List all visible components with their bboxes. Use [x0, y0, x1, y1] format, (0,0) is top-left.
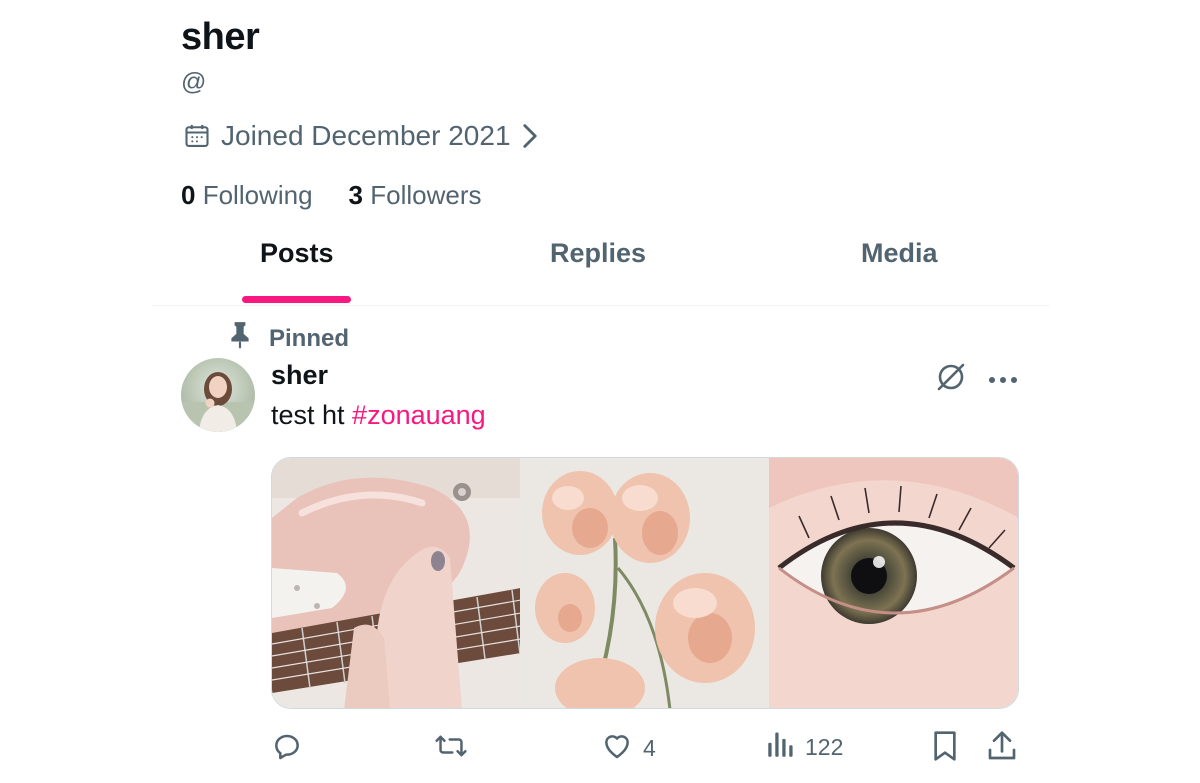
follow-stats: 0 Following 3 Followers	[181, 180, 481, 211]
post-hashtag-link[interactable]: #zonauang	[352, 400, 486, 430]
post-action-bar: 4 122	[271, 730, 1019, 770]
profile-display-name: sher	[181, 16, 260, 58]
following-link[interactable]: 0 Following	[181, 180, 313, 211]
author-avatar[interactable]	[181, 358, 255, 432]
view-count: 122	[805, 733, 844, 760]
pinned-label: Pinned	[269, 324, 350, 352]
tab-replies[interactable]: Replies	[550, 238, 646, 269]
share-button[interactable]	[987, 730, 1017, 768]
bookmark-icon	[931, 730, 959, 768]
post-text: test ht #zonauang	[271, 400, 486, 431]
more-options-icon[interactable]	[988, 372, 1018, 390]
media-image-guitar[interactable]	[272, 458, 521, 708]
bookmark-button[interactable]	[931, 730, 959, 768]
share-icon	[987, 730, 1017, 768]
calendar-icon	[183, 122, 211, 150]
post-author-name[interactable]: sher	[271, 360, 328, 391]
followers-count: 3	[348, 180, 363, 210]
repost-button[interactable]	[434, 730, 478, 768]
post-body-text: test ht	[271, 400, 353, 430]
like-button[interactable]: 4	[601, 730, 656, 766]
media-image-flowers[interactable]	[520, 458, 769, 708]
repost-icon	[434, 730, 468, 768]
tab-posts[interactable]: Posts	[260, 238, 334, 269]
following-count: 0	[181, 180, 196, 210]
profile-tabs: Posts Replies Media	[152, 230, 1049, 306]
views-button[interactable]: 122	[767, 730, 843, 764]
reply-icon	[271, 730, 303, 768]
active-tab-indicator	[242, 296, 351, 303]
chevron-right-icon	[521, 123, 539, 149]
tab-media[interactable]: Media	[861, 238, 938, 269]
post-media-grid	[271, 457, 1019, 709]
analytics-icon	[767, 730, 795, 764]
joined-date-link[interactable]: Joined December 2021	[183, 120, 539, 152]
media-image-eye[interactable]	[768, 458, 1018, 708]
followers-link[interactable]: 3 Followers	[349, 180, 482, 211]
heart-icon	[601, 730, 633, 766]
following-label: Following	[202, 180, 313, 210]
grok-icon[interactable]	[934, 360, 968, 399]
followers-label: Followers	[370, 180, 482, 210]
pin-icon	[229, 321, 251, 356]
joined-date-text: Joined December 2021	[221, 120, 511, 151]
pinned-indicator: Pinned	[229, 321, 349, 356]
like-count: 4	[643, 734, 656, 761]
profile-handle: @	[181, 68, 207, 96]
reply-button[interactable]	[271, 730, 313, 768]
